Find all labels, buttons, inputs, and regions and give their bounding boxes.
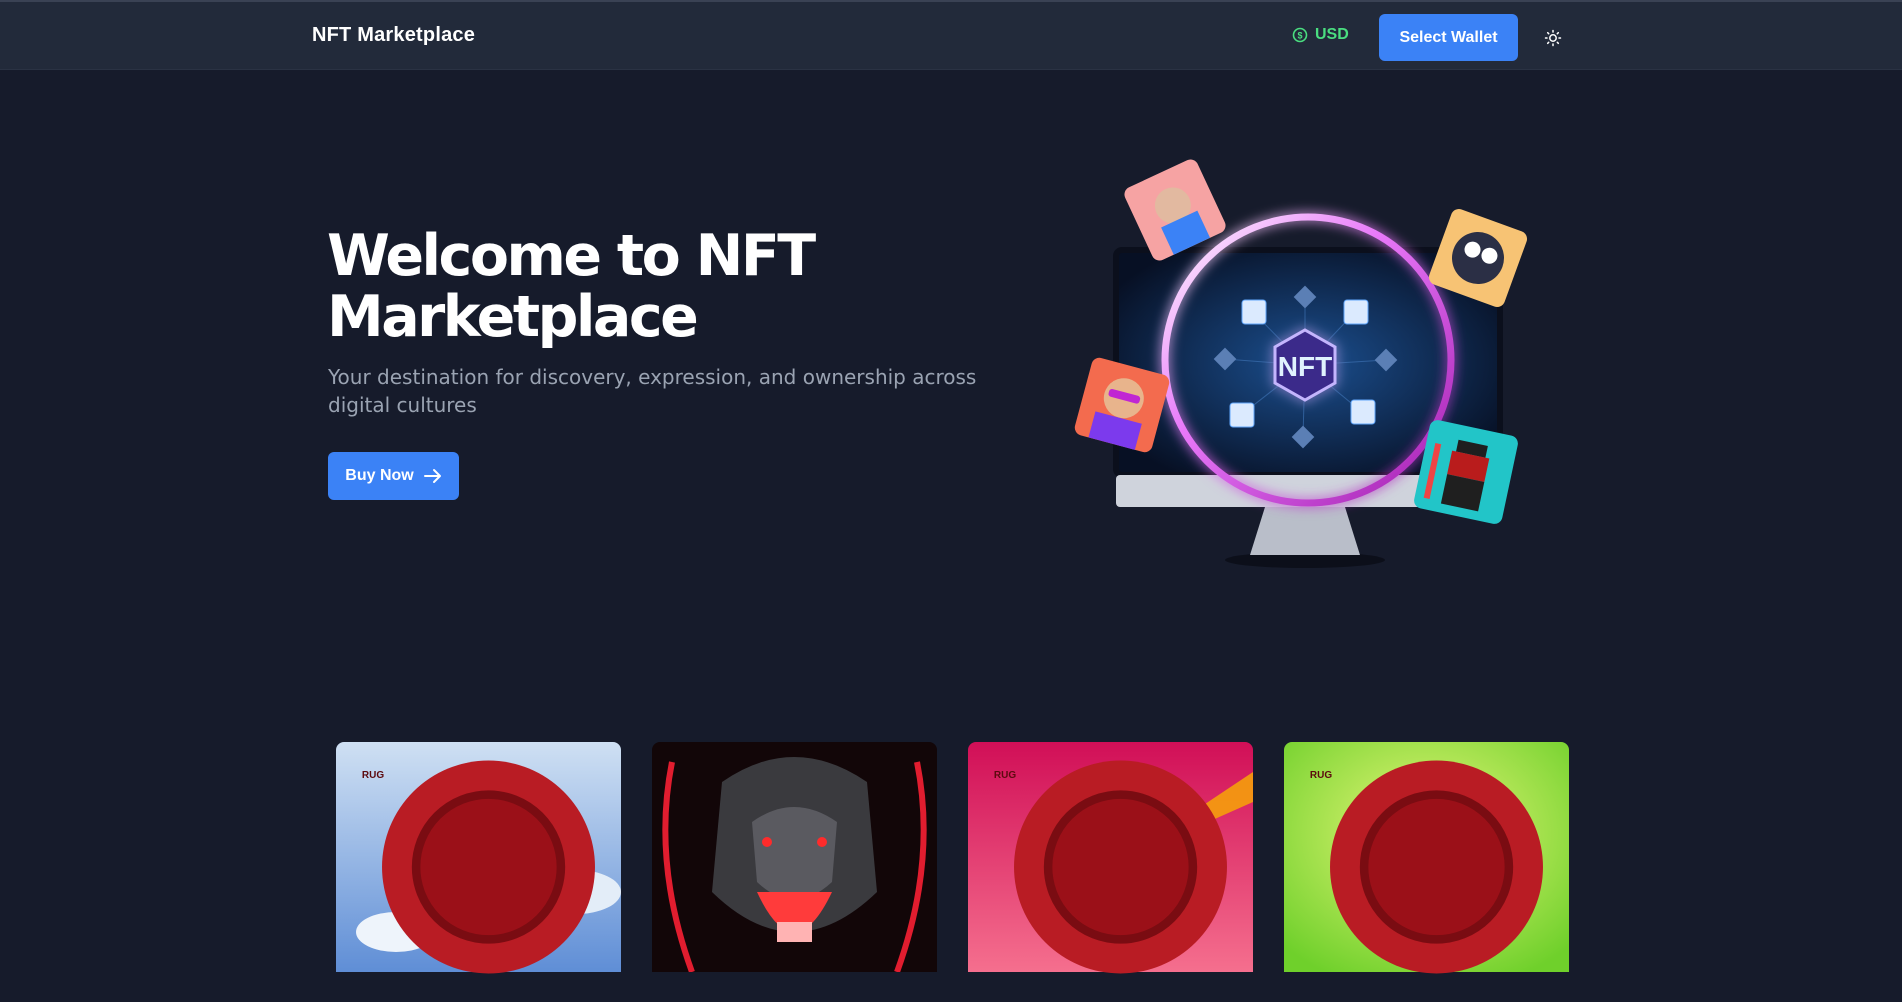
hero-subtitle: Your destination for discovery, expressi… (328, 365, 977, 417)
rug-seal-label: RUG (361, 770, 385, 781)
hero-nft-illustration: NFT (1074, 159, 1528, 568)
nft-card-3[interactable]: RUG (968, 742, 1253, 1002)
svg-text:$: $ (1297, 30, 1302, 40)
rug-seal-badge (382, 760, 595, 974)
currency-selector[interactable]: $ USD (1292, 26, 1349, 44)
hero-title: Welcome to NFT Marketplace (327, 223, 816, 350)
rug-seal-badge (1014, 760, 1227, 974)
nft-center-text: NFT (1278, 351, 1332, 382)
nft-card-2[interactable] (652, 742, 937, 1002)
monitor-stand (1250, 507, 1360, 555)
nft-image-red-bear (652, 742, 937, 972)
rug-seal-label: RUG (993, 770, 1017, 781)
currency-label: USD (1315, 26, 1349, 43)
rug-seal-label: RUG (1309, 770, 1333, 781)
nft-card-4[interactable]: RUG (1284, 742, 1569, 1002)
select-wallet-button[interactable]: Select Wallet (1379, 14, 1518, 61)
avatar-tile-pixel (1414, 420, 1518, 524)
brand-logo-text[interactable]: NFT Marketplace (312, 24, 475, 47)
rug-seal-badge (1330, 760, 1543, 974)
arrow-right-icon (423, 469, 441, 483)
sun-icon (1544, 29, 1562, 47)
theme-toggle-button[interactable] (1541, 26, 1565, 50)
top-navbar: NFT Marketplace $ USD Select Wallet (0, 0, 1902, 70)
nft-card-1[interactable]: RUG (336, 742, 621, 1002)
buy-now-button[interactable]: Buy Now (328, 452, 459, 500)
buy-now-label: Buy Now (345, 467, 414, 484)
dollar-circle-icon: $ (1292, 27, 1308, 43)
